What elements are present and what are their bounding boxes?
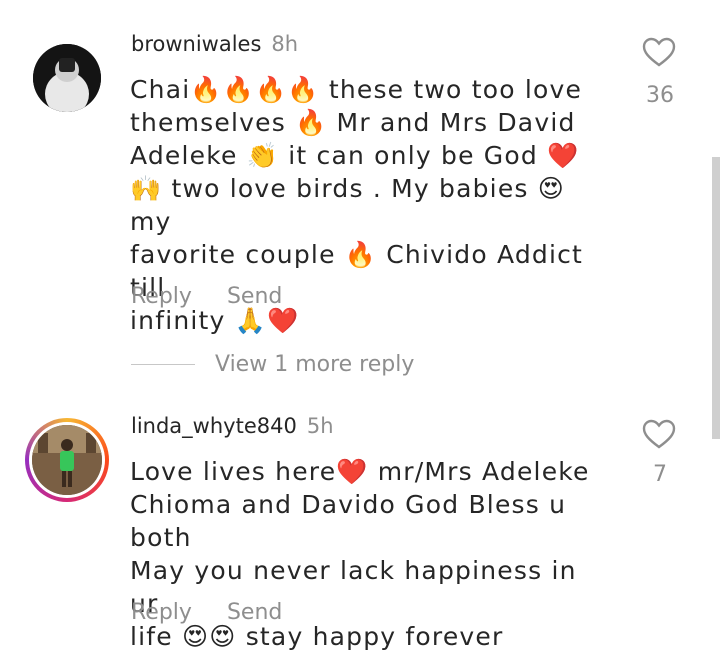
comment-actions: Reply Send [131,600,310,625]
reply-button[interactable]: Reply [131,284,192,309]
username-text[interactable]: browniwales [131,32,261,56]
view-more-replies[interactable]: View 1 more reply [131,352,414,377]
comment-username[interactable]: browniwales 8h [131,32,298,56]
view-more-label[interactable]: View 1 more reply [215,352,414,377]
heart-outline-icon[interactable] [642,419,676,449]
scrollbar[interactable] [712,157,720,439]
avatar[interactable] [33,44,101,112]
heart-outline-icon[interactable] [642,37,676,67]
avatar-photo [33,44,101,112]
comment-time: 8h [271,32,299,56]
avatar-border [29,422,105,498]
avatar [32,425,102,495]
send-button[interactable]: Send [227,284,282,309]
like-count: 36 [646,83,674,108]
avatar-photo [32,425,102,495]
divider [131,364,195,365]
comment-username[interactable]: linda_whyte840 5h [131,414,334,438]
comment-time: 5h [306,414,334,438]
story-ring[interactable] [25,418,109,502]
like-count: 7 [653,462,667,487]
send-button[interactable]: Send [227,600,282,625]
username-text[interactable]: linda_whyte840 [131,414,297,438]
comment-actions: Reply Send [131,284,310,309]
reply-button[interactable]: Reply [131,600,192,625]
